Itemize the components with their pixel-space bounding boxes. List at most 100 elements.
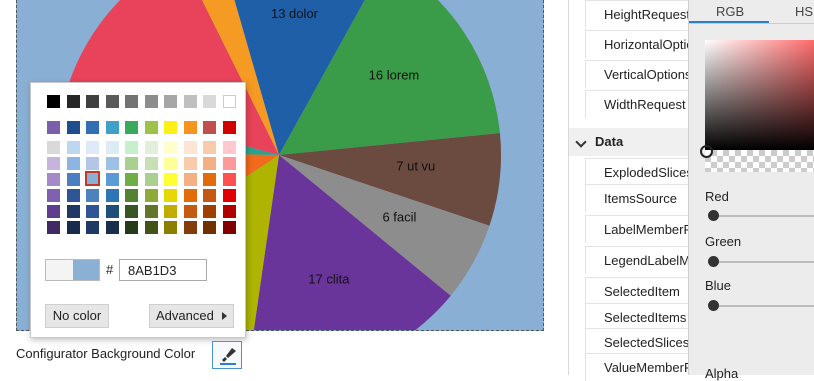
- color-swatch[interactable]: [105, 95, 119, 108]
- color-swatch[interactable]: [47, 173, 60, 186]
- green-slider-track[interactable]: [713, 261, 814, 263]
- color-swatch[interactable]: [222, 95, 236, 108]
- property-row[interactable]: LabelMemberPath: [585, 215, 689, 243]
- color-swatch[interactable]: [164, 141, 177, 154]
- color-swatch[interactable]: [144, 157, 158, 170]
- color-swatch[interactable]: [164, 205, 177, 218]
- color-swatch[interactable]: [203, 221, 216, 234]
- color-swatch[interactable]: [203, 189, 216, 202]
- color-picker-thumb[interactable]: [700, 145, 713, 158]
- color-swatch[interactable]: [203, 95, 216, 108]
- color-swatch[interactable]: [222, 205, 236, 218]
- color-swatch[interactable]: [66, 189, 80, 202]
- hex-color-input[interactable]: [119, 259, 207, 281]
- color-swatch[interactable]: [144, 121, 158, 134]
- color-swatch[interactable]: [66, 95, 80, 108]
- color-swatch[interactable]: [164, 189, 177, 202]
- color-swatch[interactable]: [125, 95, 138, 108]
- red-slider-thumb[interactable]: [708, 210, 719, 221]
- color-swatch[interactable]: [183, 173, 197, 186]
- no-color-button[interactable]: No color: [45, 304, 109, 328]
- color-swatch[interactable]: [164, 221, 177, 234]
- color-swatch[interactable]: [222, 141, 236, 154]
- color-swatch[interactable]: [183, 121, 197, 134]
- color-swatch[interactable]: [125, 157, 138, 170]
- color-swatch[interactable]: [164, 157, 177, 170]
- property-row[interactable]: SelectedSlices: [585, 328, 689, 356]
- color-swatch[interactable]: [105, 157, 119, 170]
- color-swatch[interactable]: [105, 189, 119, 202]
- property-row[interactable]: ValueMemberPath: [585, 353, 689, 381]
- color-swatch[interactable]: [183, 189, 197, 202]
- color-swatch[interactable]: [66, 121, 80, 134]
- color-swatch[interactable]: [164, 95, 177, 108]
- color-swatch[interactable]: [125, 121, 138, 134]
- color-swatch[interactable]: [47, 189, 60, 202]
- color-swatch[interactable]: [125, 205, 138, 218]
- color-swatch[interactable]: [164, 173, 177, 186]
- property-row[interactable]: SelectedItems: [585, 303, 689, 331]
- color-swatch[interactable]: [47, 205, 60, 218]
- property-row[interactable]: LegendLabelMemberPath: [585, 246, 689, 274]
- color-swatch[interactable]: [183, 141, 197, 154]
- color-swatch[interactable]: [144, 173, 158, 186]
- blue-slider-thumb[interactable]: [708, 300, 719, 311]
- color-swatch[interactable]: [125, 141, 138, 154]
- color-swatch[interactable]: [86, 221, 99, 234]
- color-swatch[interactable]: [47, 141, 60, 154]
- color-swatch[interactable]: [86, 189, 99, 202]
- advanced-button[interactable]: Advanced: [149, 304, 234, 328]
- color-swatch[interactable]: [86, 121, 99, 134]
- color-swatch[interactable]: [86, 141, 99, 154]
- color-swatch[interactable]: [222, 121, 236, 134]
- color-swatch[interactable]: [66, 205, 80, 218]
- color-swatch[interactable]: [47, 121, 60, 134]
- color-swatch[interactable]: [125, 221, 138, 234]
- color-swatch[interactable]: [222, 221, 236, 234]
- tab-hsl[interactable]: HSL: [795, 4, 814, 19]
- tab-rgb[interactable]: RGB: [716, 4, 744, 19]
- green-slider-thumb[interactable]: [708, 256, 719, 267]
- color-swatch[interactable]: [203, 141, 216, 154]
- color-swatch[interactable]: [47, 157, 60, 170]
- color-swatch[interactable]: [164, 121, 177, 134]
- color-swatch[interactable]: [47, 221, 60, 234]
- color-swatch[interactable]: [125, 189, 138, 202]
- property-row[interactable]: VerticalOptions: [585, 60, 689, 88]
- property-row[interactable]: HeightRequest: [585, 0, 689, 28]
- property-row[interactable]: ExplodedSlices: [585, 158, 689, 186]
- color-swatch[interactable]: [183, 205, 197, 218]
- color-swatch[interactable]: [66, 173, 80, 186]
- color-swatch[interactable]: [183, 95, 197, 108]
- saturation-value-picker[interactable]: [705, 40, 814, 150]
- color-swatch[interactable]: [125, 173, 138, 186]
- color-swatch[interactable]: [144, 221, 158, 234]
- color-swatch[interactable]: [105, 221, 119, 234]
- color-swatch[interactable]: [183, 221, 197, 234]
- color-swatch[interactable]: [144, 189, 158, 202]
- color-swatch[interactable]: [203, 121, 216, 134]
- color-swatch[interactable]: [86, 95, 99, 108]
- property-row[interactable]: HorizontalOptions: [585, 30, 689, 58]
- color-swatch[interactable]: [144, 205, 158, 218]
- color-swatch[interactable]: [203, 173, 216, 186]
- color-swatch[interactable]: [66, 221, 80, 234]
- color-swatch[interactable]: [66, 141, 80, 154]
- color-swatch[interactable]: [47, 95, 60, 108]
- property-row[interactable]: WidthRequest: [585, 90, 689, 118]
- color-swatch[interactable]: [105, 205, 119, 218]
- red-slider-track[interactable]: [713, 215, 814, 217]
- color-swatch[interactable]: [105, 173, 119, 186]
- color-swatch[interactable]: [66, 157, 80, 170]
- color-swatch[interactable]: [203, 205, 216, 218]
- color-swatch[interactable]: [144, 141, 158, 154]
- color-swatch[interactable]: [203, 157, 216, 170]
- color-swatch[interactable]: [86, 157, 99, 170]
- color-swatch[interactable]: [183, 157, 197, 170]
- color-swatch[interactable]: [222, 189, 236, 202]
- property-row[interactable]: ItemsSource: [585, 184, 689, 212]
- blue-slider-track[interactable]: [713, 305, 814, 307]
- color-swatch[interactable]: [105, 141, 119, 154]
- color-swatch[interactable]: [222, 157, 236, 170]
- color-swatch[interactable]: [86, 205, 99, 218]
